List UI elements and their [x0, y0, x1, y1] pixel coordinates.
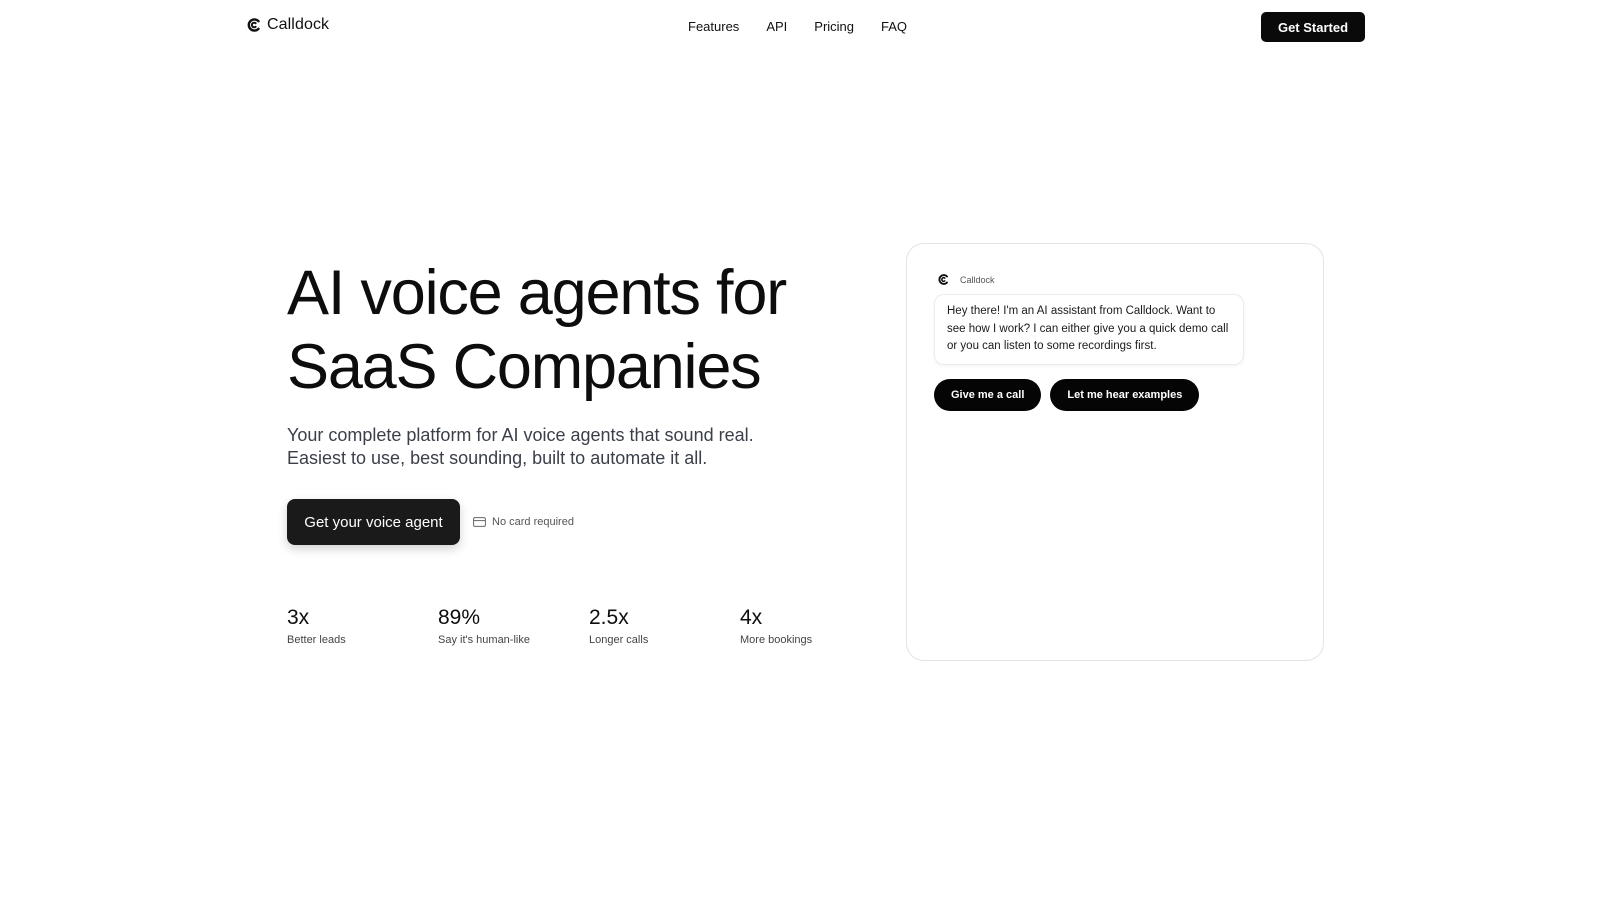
hero-subtitle-line-2: Easiest to use, best sounding, built to … — [287, 448, 708, 468]
nav-link-api[interactable]: API — [766, 19, 787, 34]
no-card-text: No card required — [492, 516, 574, 528]
stat-item: 2.5x Longer calls — [589, 606, 740, 646]
hero-title-line-2: SaaS Companies — [287, 332, 762, 402]
calldock-logo-icon — [938, 274, 948, 285]
nav-link-features[interactable]: Features — [688, 19, 739, 34]
hero-subtitle: Your complete platform for AI voice agen… — [287, 424, 787, 470]
stat-label: Longer calls — [589, 634, 649, 646]
stat-item: 89% Say it's human-like — [438, 606, 589, 646]
get-started-button[interactable]: Get Started — [1261, 12, 1365, 42]
calldock-logo-icon — [247, 18, 260, 32]
nav-link-pricing[interactable]: Pricing — [814, 19, 854, 34]
brand-logo-link[interactable]: Calldock — [247, 16, 329, 34]
stat-item: 4x More bookings — [740, 606, 891, 646]
get-voice-agent-button[interactable]: Get your voice agent — [287, 499, 460, 545]
hero-subtitle-line-1: Your complete platform for AI voice agen… — [287, 425, 754, 445]
stats-row: 3x Better leads 89% Say it's human-like … — [287, 606, 891, 646]
chat-sender-name: Calldock — [960, 274, 995, 285]
stat-label: More bookings — [740, 634, 813, 646]
stat-value: 2.5x — [589, 606, 629, 629]
stat-item: 3x Better leads — [287, 606, 438, 646]
stat-value: 3x — [287, 606, 310, 629]
nav-link-faq[interactable]: FAQ — [881, 19, 907, 34]
site-header: Calldock Features API Pricing FAQ Get St… — [0, 0, 1600, 54]
hero-title: AI voice agents for SaaS Companies — [287, 256, 847, 404]
chat-message-bubble: Hey there! I'm an AI assistant from Call… — [934, 294, 1244, 365]
brand-name: Calldock — [267, 16, 330, 33]
credit-card-icon — [473, 517, 486, 527]
no-card-note: No card required — [473, 516, 574, 528]
stat-value: 4x — [740, 606, 763, 629]
hero-title-line-1: AI voice agents for — [287, 258, 787, 328]
chat-widget: Calldock Hey there! I'm an AI assistant … — [906, 243, 1324, 661]
chat-actions: Give me a call Let me hear examples — [934, 379, 1200, 411]
stat-label: Say it's human-like — [438, 634, 530, 646]
stat-value: 89% — [438, 606, 481, 629]
hear-examples-button[interactable]: Let me hear examples — [1050, 379, 1200, 411]
main-nav: Features API Pricing FAQ — [688, 19, 907, 34]
give-me-a-call-button[interactable]: Give me a call — [934, 379, 1042, 411]
stat-label: Better leads — [287, 634, 346, 646]
chat-header: Calldock — [938, 274, 995, 285]
